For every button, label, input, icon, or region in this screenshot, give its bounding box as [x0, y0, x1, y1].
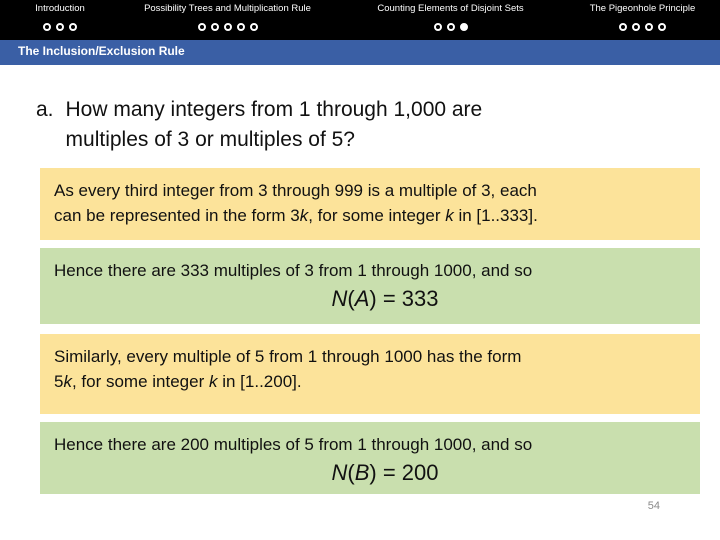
section-title: The Inclusion/Exclusion Rule [18, 44, 185, 58]
slide: Introduction Possibility Trees and Multi… [0, 0, 720, 540]
nav-progress-dots[interactable] [358, 20, 543, 34]
progress-dot-icon[interactable] [249, 23, 258, 31]
progress-dot-icon[interactable] [645, 23, 653, 31]
statement-text-fragment: in [1..333]. [453, 206, 538, 225]
paren-open: ( [347, 286, 355, 311]
variable-k: k [299, 206, 309, 225]
statement-text-fragment: can be represented in the form 3 [54, 206, 300, 225]
statement-text-fragment: , for some integer [308, 206, 446, 225]
variable-k: k [63, 372, 72, 391]
statement-text-fragment: in [1..200]. [217, 372, 302, 391]
function-symbol-n: N [331, 460, 348, 485]
progress-dot-icon[interactable] [446, 23, 455, 31]
progress-dot-active-icon[interactable] [459, 23, 468, 31]
progress-dot-icon[interactable] [619, 23, 627, 31]
statement-box-multiples-of-5-form: Similarly, every multiple of 5 from 1 th… [40, 334, 700, 414]
progress-dot-icon[interactable] [658, 23, 666, 31]
statement-box-count-multiples-of-5: Hence there are 200 multiples of 5 from … [40, 422, 700, 494]
nav-progress-dots[interactable] [570, 20, 715, 34]
progress-dot-icon[interactable] [223, 23, 232, 31]
question-line-2: multiples of 3 or multiples of 5? [65, 128, 355, 151]
result-n-of-b: N(B) = 200 [54, 457, 686, 489]
nav-section-label: Counting Elements of Disjoint Sets [377, 3, 524, 14]
question-marker: a. [36, 98, 54, 121]
nav-section-introduction[interactable]: Introduction [0, 2, 120, 34]
set-symbol-b: B [354, 460, 370, 485]
section-title-bar: The Inclusion/Exclusion Rule [0, 40, 720, 65]
nav-section-label: The Pigeonhole Principle [589, 3, 696, 14]
top-navigation-bar: Introduction Possibility Trees and Multi… [0, 0, 720, 40]
result-value: = 200 [376, 460, 439, 485]
progress-dot-icon[interactable] [69, 23, 77, 31]
progress-dot-icon[interactable] [433, 23, 442, 31]
result-n-of-a: N(A) = 333 [54, 283, 686, 315]
nav-section-label: Possibility Trees and Multiplication Rul… [144, 3, 311, 14]
statement-line: Hence there are 200 multiples of 5 from … [54, 435, 533, 454]
statement-text-fragment: , for some integer [71, 372, 209, 391]
statement-line: As every third integer from 3 through 99… [54, 181, 537, 200]
nav-section-counting-disjoint-sets[interactable]: Counting Elements of Disjoint Sets [358, 2, 543, 34]
nav-progress-dots[interactable] [120, 20, 335, 34]
nav-section-pigeonhole-principle[interactable]: The Pigeonhole Principle [570, 2, 715, 34]
statement-box-count-multiples-of-3: Hence there are 333 multiples of 3 from … [40, 248, 700, 324]
progress-dot-icon[interactable] [632, 23, 640, 31]
statement-line: 5k, for some integer k in [1..200]. [54, 369, 686, 394]
nav-progress-dots[interactable] [0, 20, 120, 34]
result-value: = 333 [376, 286, 439, 311]
set-symbol-a: A [354, 286, 370, 311]
progress-dot-icon[interactable] [197, 23, 206, 31]
question-line-1: How many integers from 1 through 1,000 a… [65, 98, 483, 121]
question-text: How many integers from 1 through 1,000 a… [66, 95, 656, 155]
statement-line: Similarly, every multiple of 5 from 1 th… [54, 347, 522, 366]
progress-dot-icon[interactable] [43, 23, 51, 31]
statement-box-multiples-of-3-form: As every third integer from 3 through 99… [40, 168, 700, 240]
paren-close: ) [369, 460, 377, 485]
paren-close: ) [369, 286, 377, 311]
paren-open: ( [347, 460, 355, 485]
progress-dot-icon[interactable] [210, 23, 219, 31]
page-number: 54 [647, 500, 660, 512]
nav-section-label: Introduction [35, 3, 85, 14]
statement-line: Hence there are 333 multiples of 3 from … [54, 261, 533, 280]
statement-line: can be represented in the form 3k, for s… [54, 203, 686, 228]
progress-dot-icon[interactable] [56, 23, 64, 31]
variable-k: k [445, 206, 454, 225]
question-block: a. How many integers from 1 through 1,00… [36, 95, 656, 155]
progress-dot-icon[interactable] [236, 23, 245, 31]
nav-section-possibility-trees[interactable]: Possibility Trees and Multiplication Rul… [120, 2, 335, 34]
function-symbol-n: N [331, 286, 348, 311]
